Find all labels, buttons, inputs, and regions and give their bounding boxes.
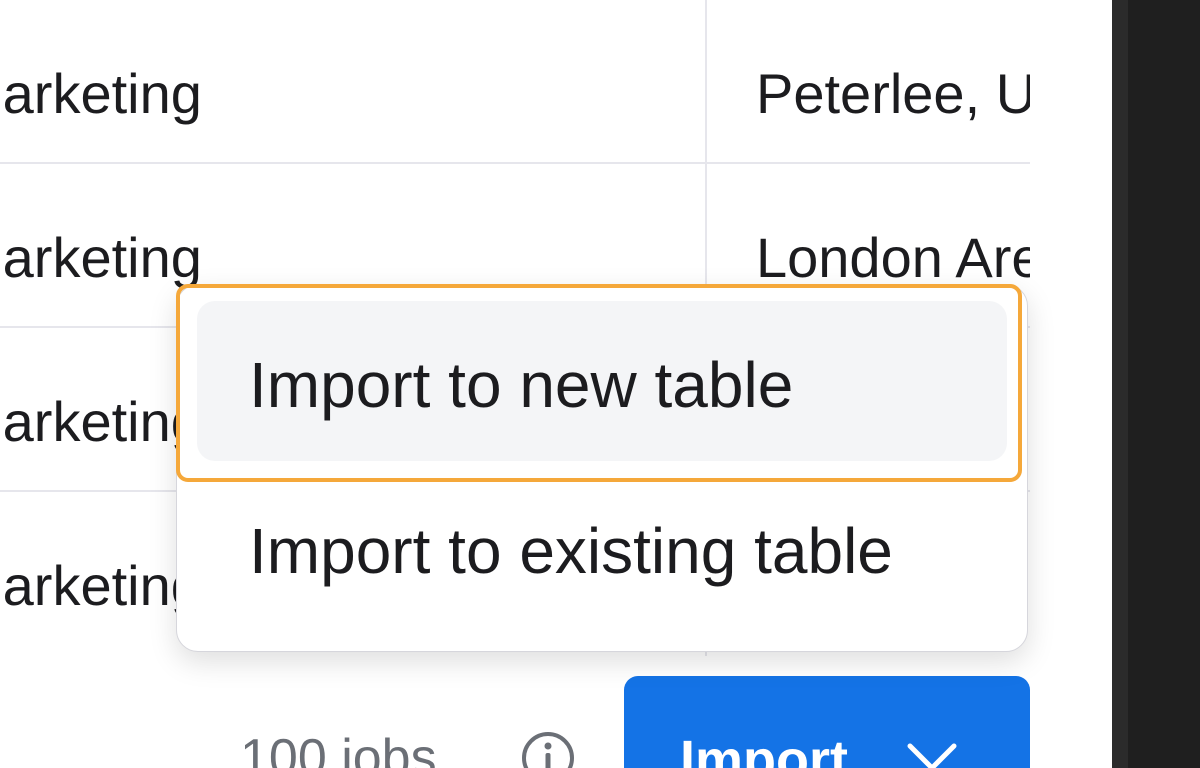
info-icon[interactable] [520,730,576,768]
import-dropdown-menu: Import to new table Import to existing t… [176,284,1028,652]
menu-item-import-existing-table[interactable]: Import to existing table [197,467,1007,627]
background-window-shadow [1128,0,1200,768]
menu-item-label: Import to existing table [249,515,893,587]
department-cell: Marketing [0,62,202,125]
chevron-down-icon [902,736,962,768]
department-cell: Marketing [0,390,202,453]
department-cell: Marketing [0,554,202,617]
location-cell: Peterlee, UK [756,62,1030,125]
table-row[interactable]: Marketing Peterlee, UK [0,0,1030,164]
job-count-label: 100 jobs [240,729,437,768]
menu-item-import-new-table[interactable]: Import to new table [197,301,1007,461]
department-cell: Marketing [0,226,202,289]
column-divider [705,0,707,164]
menu-item-label: Import to new table [249,349,794,421]
import-button-label: Import [680,730,848,768]
location-cell: London Area [756,226,1030,289]
import-button[interactable]: Import [624,676,1030,768]
